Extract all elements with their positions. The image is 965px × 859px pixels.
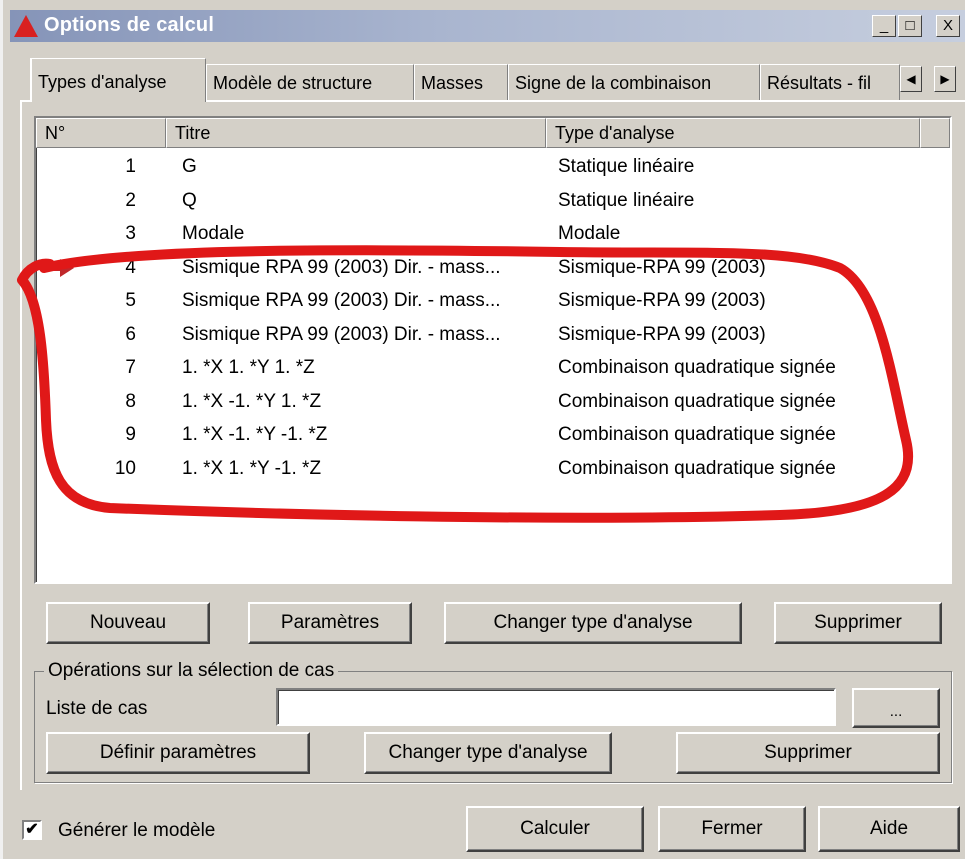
column-header-type[interactable]: Type d'analyse xyxy=(546,118,920,148)
change-analysis-type-button[interactable]: Changer type d'analyse xyxy=(444,602,742,644)
row-number: 9 xyxy=(125,424,136,445)
generate-model-checkbox[interactable]: ✔ xyxy=(22,820,42,840)
list-row[interactable]: 10 1. *X 1. *Y -1. *Z Combinaison quadrati… xyxy=(36,452,950,486)
case-list-label: Liste de cas xyxy=(46,698,148,719)
row-title: 1. *X 1. *Y -1. *Z xyxy=(182,457,322,479)
row-number: 7 xyxy=(125,357,136,378)
analysis-cases-list[interactable]: N° Titre Type d'analyse 1 G Statique linéa… xyxy=(34,116,952,584)
column-header-filler xyxy=(920,118,950,148)
list-row[interactable]: 9 1. *X -1. *Y -1. *Z Combinaison quadrati… xyxy=(36,418,950,452)
row-number: 5 xyxy=(125,290,136,311)
list-row[interactable]: 1 G Statique linéaire xyxy=(36,150,950,184)
row-analysis-type: Statique linéaire xyxy=(558,156,695,177)
list-row[interactable]: 6 Sismique RPA 99 (2003) Dir. - mass... Si… xyxy=(36,318,950,352)
row-title: 1. *X -1. *Y 1. *Z xyxy=(182,390,322,412)
row-analysis-type: Combinaison quadratique signée xyxy=(558,390,836,412)
row-analysis-type: Statique linéaire xyxy=(558,189,695,211)
row-title: Sismique RPA 99 (2003) Dir. - mass... xyxy=(182,290,501,311)
help-button[interactable]: Aide xyxy=(818,806,960,852)
row-number: 10 xyxy=(114,457,136,479)
browse-cases-button[interactable]: ... xyxy=(852,688,940,728)
row-title: G xyxy=(182,156,197,177)
column-header-title[interactable]: Titre xyxy=(166,118,546,148)
tab-scroll-right-icon[interactable]: ▶ xyxy=(934,66,956,92)
new-button[interactable]: Nouveau xyxy=(46,602,210,644)
list-row[interactable]: 3 Modale Modale xyxy=(36,217,950,251)
delete-button[interactable]: Supprimer xyxy=(774,602,942,644)
define-parameters-button[interactable]: Définir paramètres xyxy=(46,732,310,774)
row-title: Q xyxy=(182,189,197,211)
row-number: 6 xyxy=(125,323,136,345)
tab-masses[interactable]: Masses xyxy=(414,64,508,100)
calculate-button[interactable]: Calculer xyxy=(466,806,644,852)
row-number: 3 xyxy=(125,223,136,244)
selection-delete-button[interactable]: Supprimer xyxy=(676,732,940,774)
tab-types-analyse[interactable]: Types d'analyse xyxy=(30,58,206,102)
tab-scroll-left-icon[interactable]: ◀ xyxy=(900,66,922,92)
list-row[interactable]: 8 1. *X -1. *Y 1. *Z Combinaison quadratiq… xyxy=(36,385,950,419)
row-title: 1. *X 1. *Y 1. *Z xyxy=(182,357,315,378)
row-analysis-type: Combinaison quadratique signée xyxy=(558,424,836,445)
window-title: Options de calcul xyxy=(44,14,215,36)
list-row[interactable]: 4 Sismique RPA 99 (2003) Dir. - mass... Si… xyxy=(36,251,950,285)
row-analysis-type: Modale xyxy=(558,223,621,244)
row-title: 1. *X -1. *Y -1. *Z xyxy=(182,424,328,445)
minimize-button[interactable]: _ xyxy=(872,15,896,37)
row-analysis-type: Combinaison quadratique signée xyxy=(558,457,836,479)
row-title: Sismique RPA 99 (2003) Dir. - mass... xyxy=(182,256,501,278)
parameters-button[interactable]: Paramètres xyxy=(248,602,412,644)
row-analysis-type: Sismique-RPA 99 (2003) xyxy=(558,323,766,345)
row-number: 2 xyxy=(125,189,136,211)
app-logo-icon xyxy=(14,15,38,37)
row-analysis-type: Combinaison quadratique signée xyxy=(558,357,836,378)
row-title: Modale xyxy=(182,223,245,244)
generate-model-label: Générer le modèle xyxy=(58,820,216,841)
close-button[interactable]: X xyxy=(936,15,960,37)
row-number: 8 xyxy=(125,390,136,412)
case-list-input[interactable] xyxy=(276,688,836,726)
row-analysis-type: Sismique-RPA 99 (2003) xyxy=(558,256,766,278)
row-number: 1 xyxy=(125,156,136,177)
row-title: Sismique RPA 99 (2003) Dir. - mass... xyxy=(182,323,501,345)
tab-resultats[interactable]: Résultats - fil xyxy=(760,64,900,100)
row-analysis-type: Sismique-RPA 99 (2003) xyxy=(558,290,766,311)
selection-change-type-button[interactable]: Changer type d'analyse xyxy=(364,732,612,774)
list-row[interactable]: 2 Q Statique linéaire xyxy=(36,184,950,218)
list-row[interactable]: 7 1. *X 1. *Y 1. *Z Combinaison quadratiqu… xyxy=(36,351,950,385)
selection-group-label: Opérations sur la sélection de cas xyxy=(44,660,339,682)
column-header-number[interactable]: N° xyxy=(36,118,166,148)
maximize-button[interactable]: □ xyxy=(898,15,922,37)
tab-signe-combinaison[interactable]: Signe de la combinaison xyxy=(508,64,760,100)
tab-modele-structure[interactable]: Modèle de structure xyxy=(206,64,414,100)
list-row[interactable]: 5 Sismique RPA 99 (2003) Dir. - mass... Si… xyxy=(36,284,950,318)
close-dialog-button[interactable]: Fermer xyxy=(658,806,806,852)
